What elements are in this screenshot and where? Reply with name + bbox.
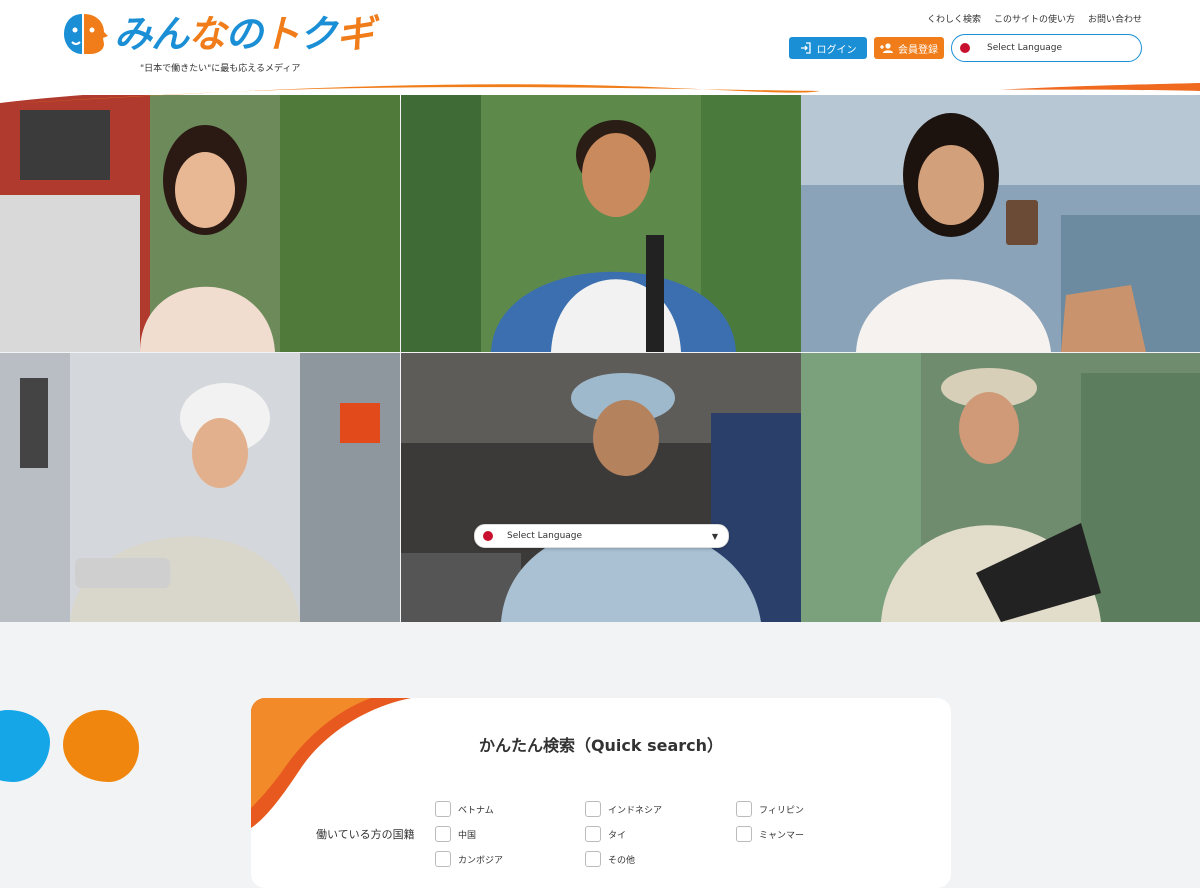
photo-woman-helmet bbox=[0, 353, 400, 622]
photo-woman-coffee bbox=[801, 95, 1200, 352]
logo-text: みんなのトクギ bbox=[114, 12, 374, 56]
site-logo[interactable]: みんなのトクギ "日本で働きたい"に最も応えるメディア bbox=[62, 10, 382, 74]
login-button[interactable]: ログイン bbox=[789, 37, 867, 59]
logo-face-icon bbox=[64, 14, 108, 54]
add-user-icon bbox=[880, 43, 893, 53]
checkbox-box[interactable] bbox=[435, 851, 451, 867]
language-select-header[interactable]: Select Language bbox=[951, 34, 1142, 62]
register-label: 会員登録 bbox=[898, 44, 938, 56]
checkbox-label: タイ bbox=[608, 830, 627, 841]
japan-flag-icon bbox=[960, 43, 970, 53]
checkbox-label: ベトナム bbox=[458, 805, 494, 816]
checkbox-box[interactable] bbox=[736, 801, 752, 817]
checkbox-box[interactable] bbox=[585, 826, 601, 842]
photo-man-backpack bbox=[401, 95, 801, 352]
checkbox-china[interactable]: 中国 bbox=[435, 826, 476, 842]
checkbox-indonesia[interactable]: インドネシア bbox=[585, 801, 662, 817]
photo-worker-cap bbox=[401, 353, 801, 622]
checkbox-box[interactable] bbox=[585, 801, 601, 817]
checkbox-cambodia[interactable]: カンボジア bbox=[435, 851, 503, 867]
checkbox-other[interactable]: その他 bbox=[585, 851, 635, 867]
orange-blob-decoration bbox=[63, 710, 139, 782]
checkbox-vietnam[interactable]: ベトナム bbox=[435, 801, 494, 817]
register-button[interactable]: 会員登録 bbox=[874, 37, 944, 59]
login-icon bbox=[800, 42, 811, 54]
checkbox-box[interactable] bbox=[435, 801, 451, 817]
checkbox-label: フィリピン bbox=[759, 805, 804, 816]
checkbox-label: カンボジア bbox=[458, 855, 504, 866]
checkbox-myanmar[interactable]: ミャンマー bbox=[736, 826, 804, 842]
checkbox-label: その他 bbox=[608, 855, 636, 866]
language-select-hero[interactable]: Select Language ▼ bbox=[474, 524, 729, 548]
hero-wave-decoration bbox=[0, 83, 1200, 105]
japan-flag-icon bbox=[483, 531, 493, 541]
top-nav: くわしく検索 このサイトの使い方 お問い合わせ bbox=[927, 12, 1142, 25]
dropdown-arrow-icon: ▼ bbox=[711, 531, 718, 541]
checkbox-label: インドネシア bbox=[608, 805, 663, 816]
link-contact[interactable]: お問い合わせ bbox=[1088, 12, 1142, 25]
tagline: "日本で働きたい"に最も応えるメディア bbox=[140, 64, 301, 74]
card-corner-decoration bbox=[251, 698, 411, 828]
link-how-to-use[interactable]: このサイトの使い方 bbox=[994, 12, 1075, 25]
checkbox-label: ミャンマー bbox=[759, 830, 805, 841]
photo-woman-clipboard bbox=[801, 353, 1200, 622]
language-select-label: Select Language bbox=[507, 531, 583, 541]
nationality-label: 働いている方の国籍 bbox=[316, 828, 415, 841]
checkbox-label: 中国 bbox=[458, 830, 477, 841]
checkbox-thailand[interactable]: タイ bbox=[585, 826, 626, 842]
checkbox-box[interactable] bbox=[736, 826, 752, 842]
language-select-label: Select Language bbox=[987, 43, 1063, 53]
login-label: ログイン bbox=[816, 44, 857, 56]
link-detailed-search[interactable]: くわしく検索 bbox=[927, 12, 981, 25]
checkbox-philippines[interactable]: フィリピン bbox=[736, 801, 804, 817]
blue-blob-decoration bbox=[0, 710, 50, 782]
hero-photo-grid: Select Language ▼ bbox=[0, 83, 1200, 622]
photo-woman-smiling bbox=[0, 95, 400, 352]
checkbox-box[interactable] bbox=[435, 826, 451, 842]
checkbox-box[interactable] bbox=[585, 851, 601, 867]
quick-search-card: かんたん検索（Quick search） 働いている方の国籍 ベトナム インドネ… bbox=[251, 698, 951, 888]
quick-search-title: かんたん検索（Quick search） bbox=[478, 736, 724, 755]
